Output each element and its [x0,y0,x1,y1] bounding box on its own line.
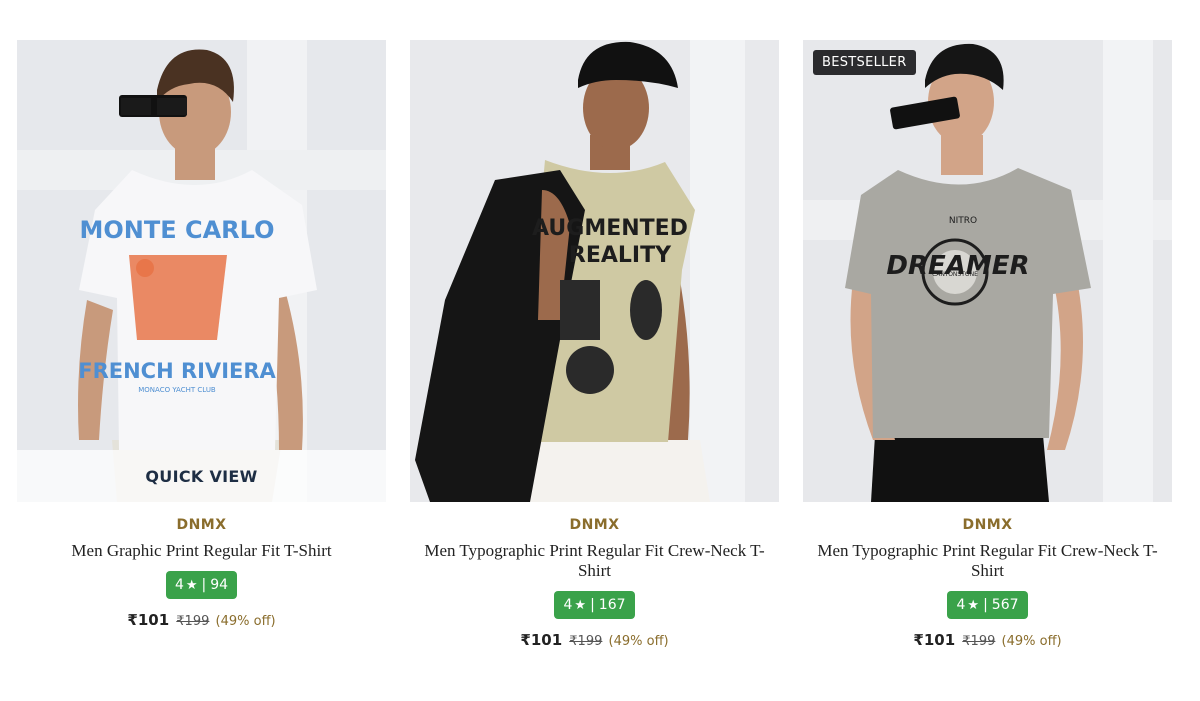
review-count: 567 [991,597,1019,613]
print-text: MONACO YACHT CLUB [138,386,216,394]
discount-text: (49% off) [608,634,669,649]
print-text: DREAMER [886,251,1029,281]
product-image[interactable]: MONTE CARLO FRENCH RIVIERA MONACO YACHT … [17,40,386,502]
original-price: ₹199 [962,634,996,649]
product-name[interactable]: Men Graphic Print Regular Fit T-Shirt [17,541,386,561]
print-text: AUGMENTED [532,216,688,241]
current-price: ₹101 [127,611,170,629]
bestseller-badge: BESTSELLER [813,50,916,75]
product-image[interactable]: AUGMENTED REALITY [410,40,779,502]
product-name[interactable]: Men Typographic Print Regular Fit Crew-N… [803,541,1172,581]
product-name[interactable]: Men Typographic Print Regular Fit Crew-N… [410,541,779,581]
rating-separator: | [983,597,988,613]
star-icon: ★ [574,597,587,613]
price-row: ₹101 ₹199 (49% off) [17,611,386,629]
product-photo: NITRO CANYONSTONE DREAMER [803,40,1172,502]
product-photo: AUGMENTED REALITY [410,40,779,502]
price-row: ₹101 ₹199 (49% off) [410,631,779,649]
rating-separator: | [590,597,595,613]
original-price: ₹199 [569,634,603,649]
rating-value: 4 [956,597,966,613]
star-icon: ★ [967,597,980,613]
rating-value: 4 [563,597,573,613]
product-brand: DNMX [569,517,620,533]
discount-text: (49% off) [1001,634,1062,649]
current-price: ₹101 [520,631,563,649]
product-grid: MONTE CARLO FRENCH RIVIERA MONACO YACHT … [17,40,1172,649]
product-brand: DNMX [962,517,1013,533]
product-card[interactable]: AUGMENTED REALITY DNMX Men Typographic P… [410,40,779,649]
rating-badge: 4 ★ | 167 [554,591,635,619]
current-price: ₹101 [913,631,956,649]
quick-view-button[interactable]: QUICK VIEW [17,450,386,502]
price-row: ₹101 ₹199 (49% off) [803,631,1172,649]
original-price: ₹199 [176,614,210,629]
product-image[interactable]: NITRO CANYONSTONE DREAMER BESTSELLER [803,40,1172,502]
review-count: 94 [210,577,229,593]
print-text: FRENCH RIVIERA [78,359,276,383]
product-card[interactable]: MONTE CARLO FRENCH RIVIERA MONACO YACHT … [17,40,386,649]
product-photo: MONTE CARLO FRENCH RIVIERA MONACO YACHT … [17,40,386,502]
star-icon: ★ [185,577,198,593]
product-brand: DNMX [176,517,227,533]
rating-badge: 4 ★ | 94 [165,571,238,599]
print-text: REALITY [569,243,672,268]
rating-badge: 4 ★ | 567 [947,591,1028,619]
print-text: MONTE CARLO [80,216,275,244]
review-count: 167 [598,597,626,613]
rating-value: 4 [174,577,184,593]
print-text: NITRO [949,216,977,226]
product-card[interactable]: NITRO CANYONSTONE DREAMER BESTSELLER DNM… [803,40,1172,649]
rating-separator: | [201,577,207,593]
discount-text: (49% off) [215,614,276,629]
